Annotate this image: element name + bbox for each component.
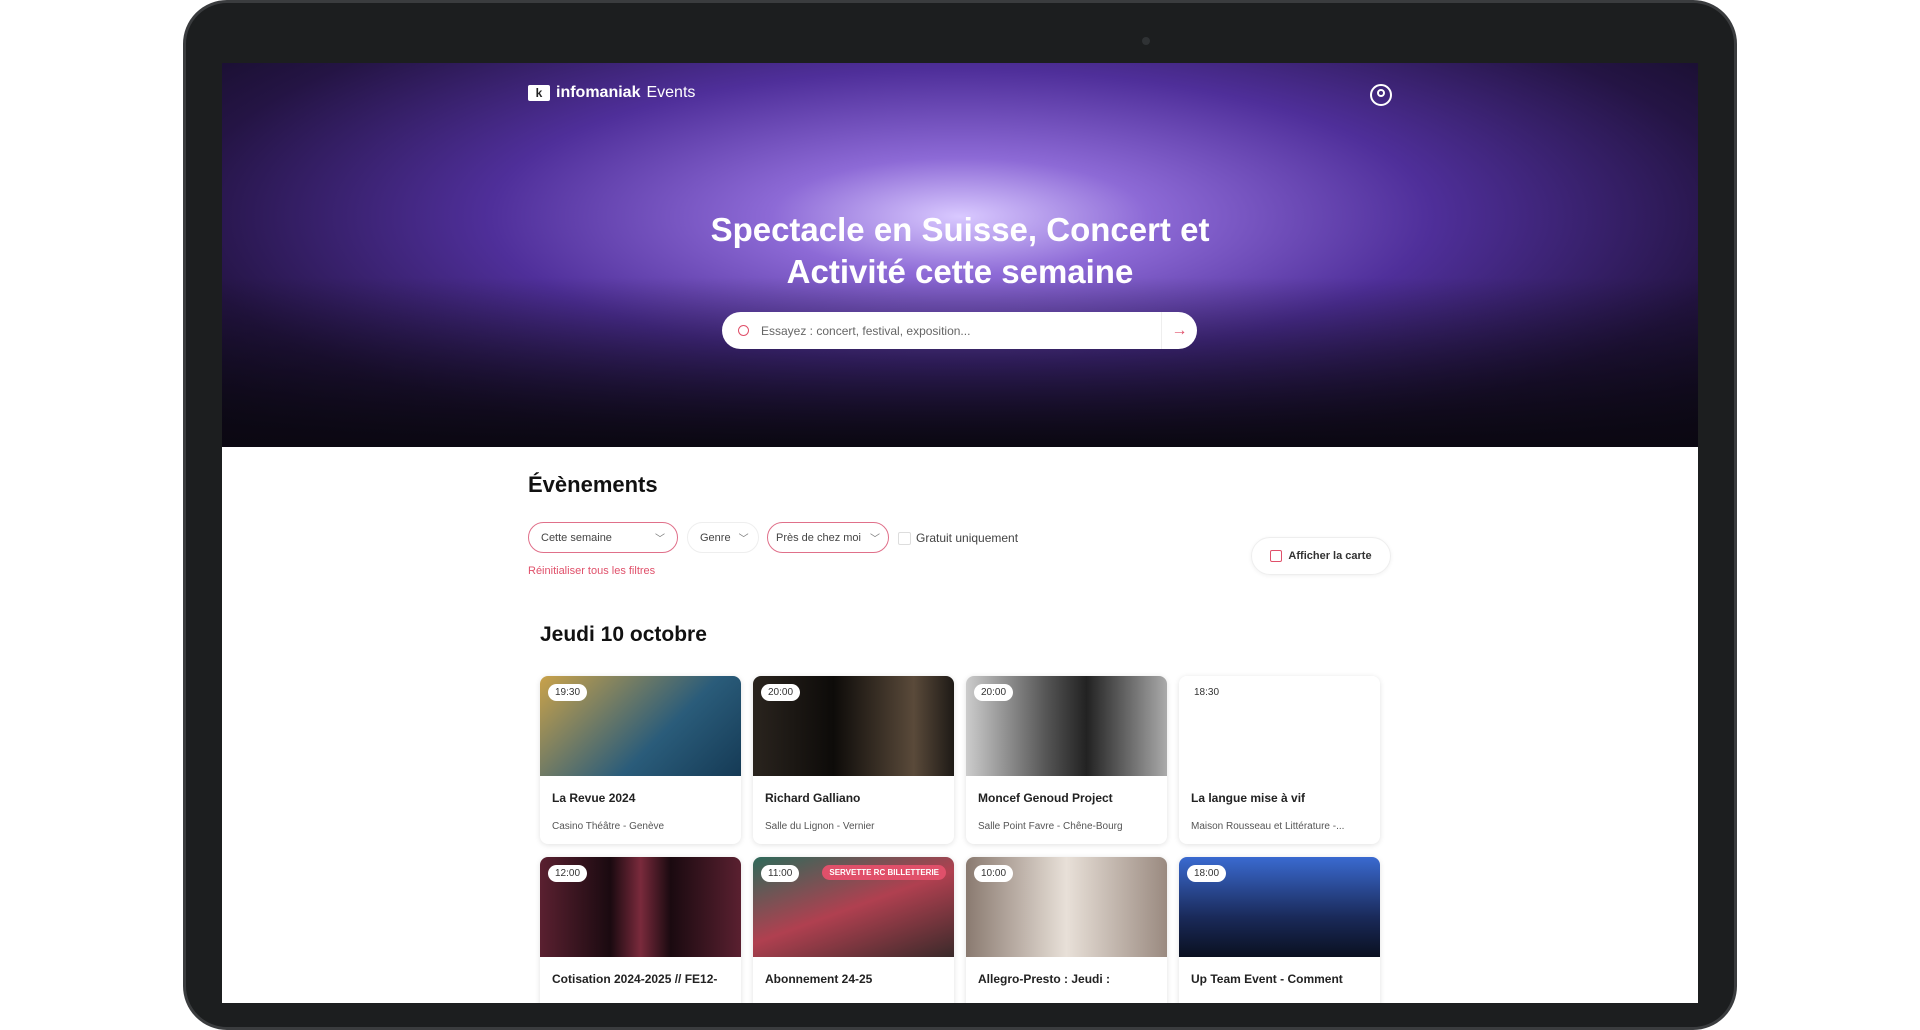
event-image: 11:00 SERVETTE RC BILLETTERIE — [753, 857, 954, 957]
show-map-label: Afficher la carte — [1288, 550, 1372, 562]
logo-brand: infomaniak — [556, 84, 641, 101]
event-venue: Salle Point Favre - Chêne-Bourg — [978, 821, 1123, 832]
search-input[interactable] — [761, 323, 1161, 338]
day-heading: Jeudi 10 octobre — [540, 623, 707, 646]
event-image: 18:00 — [1179, 857, 1380, 957]
reset-filters-link[interactable]: Réinitialiser tous les filtres — [528, 565, 655, 577]
event-time: 10:00 — [974, 865, 1014, 882]
event-venue: Maison Rousseau et Littérature -... — [1191, 821, 1345, 832]
event-card[interactable]: 18:30 La langue mise à vif Maison Rousse… — [1179, 676, 1380, 844]
event-title: Moncef Genoud Project — [978, 791, 1113, 805]
event-card[interactable]: 20:00 Richard Galliano Salle du Lignon -… — [753, 676, 954, 844]
event-title: La langue mise à vif — [1191, 791, 1306, 805]
map-icon — [1270, 550, 1283, 562]
free-only-checkbox[interactable] — [898, 532, 911, 545]
event-card[interactable]: 20:00 Moncef Genoud Project Salle Point … — [966, 676, 1167, 844]
free-only-label[interactable]: Gratuit uniquement — [916, 531, 1018, 545]
event-card[interactable]: 10:00 Allegro-Presto : Jeudi : — [966, 857, 1167, 1003]
hero-title-line1: Spectacle en Suisse, Concert et — [710, 211, 1210, 248]
logo-product: Events — [646, 84, 696, 101]
chevron-down-icon: ﹀ — [655, 534, 665, 545]
chevron-down-icon: ﹀ — [738, 534, 749, 545]
event-time: 19:30 — [548, 684, 588, 701]
search-icon — [738, 325, 749, 336]
event-card[interactable]: 19:30 La Revue 2024 Casino Théâtre - Gen… — [540, 676, 741, 844]
logo[interactable]: k infomaniak Events — [528, 84, 695, 102]
hero-title-line2: Activité cette semaine — [786, 253, 1134, 290]
logo-icon: k — [528, 85, 550, 101]
event-card[interactable]: 18:00 Up Team Event - Comment — [1179, 857, 1380, 1003]
event-card[interactable]: 12:00 Cotisation 2024-2025 // FE12- — [540, 857, 741, 1003]
hero-title: Spectacle en Suisse, Concert et Activité … — [222, 209, 1698, 293]
period-dropdown[interactable]: Cette semaine ﹀ — [528, 522, 678, 553]
genre-label: Genre — [700, 531, 731, 544]
event-image: 12:00 — [540, 857, 741, 957]
event-time: 11:00 — [761, 865, 800, 882]
location-label: Près de chez moi — [776, 531, 861, 544]
location-dropdown[interactable]: Près de chez moi ﹀ — [767, 522, 889, 553]
event-venue: Casino Théâtre - Genève — [552, 821, 665, 832]
event-card[interactable]: 11:00 SERVETTE RC BILLETTERIE Abonnement… — [753, 857, 954, 1003]
genre-dropdown[interactable]: Genre ﹀ — [687, 522, 759, 553]
event-title: Richard Galliano — [765, 791, 861, 805]
show-map-button[interactable]: Afficher la carte — [1251, 537, 1391, 575]
event-image: 20:00 — [753, 676, 954, 776]
event-image: 20:00 — [966, 676, 1167, 776]
event-time: 20:00 — [761, 684, 801, 701]
event-time: 20:00 — [974, 684, 1014, 701]
event-image: 19:30 — [540, 676, 741, 776]
event-tag: SERVETTE RC BILLETTERIE — [822, 865, 946, 880]
page-title: Évènements — [528, 472, 658, 497]
camera — [1142, 37, 1150, 45]
user-circle-icon[interactable] — [1370, 84, 1392, 106]
screen: k infomaniak Events Spectacle en Suisse, C… — [222, 63, 1698, 1003]
arrow-right-icon[interactable]: → — [1161, 312, 1197, 349]
event-time: 18:30 — [1187, 684, 1227, 701]
event-time: 12:00 — [548, 865, 588, 882]
event-title: La Revue 2024 — [552, 791, 636, 805]
event-venue: Salle du Lignon - Vernier — [765, 821, 875, 832]
event-time: 18:00 — [1187, 865, 1227, 882]
chevron-down-icon: ﹀ — [870, 534, 880, 545]
event-image: 10:00 — [966, 857, 1167, 957]
search-bar: → — [722, 312, 1197, 349]
event-image: 18:30 — [1179, 676, 1380, 776]
period-label: Cette semaine — [541, 531, 612, 544]
